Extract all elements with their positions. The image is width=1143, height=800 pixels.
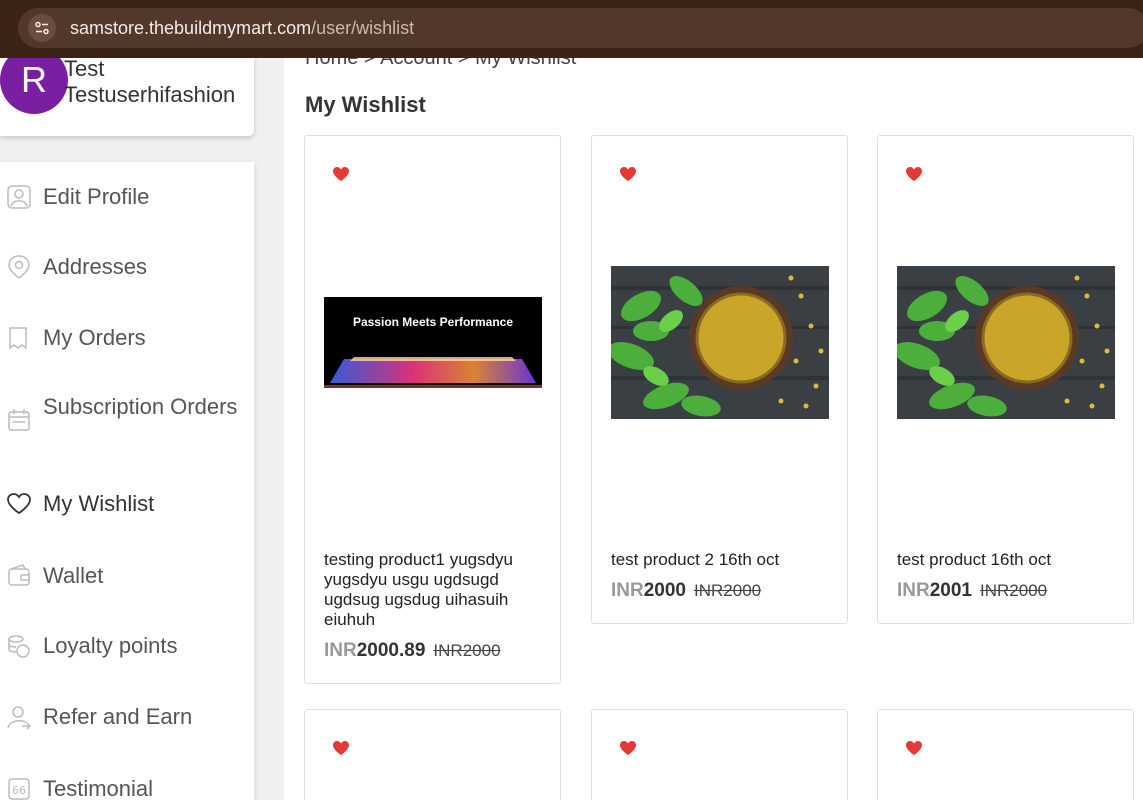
calendar-icon: [8, 409, 30, 431]
product-name[interactable]: testing product1 yugsdyu yugsdyu usgu ug…: [324, 550, 548, 630]
address-bar[interactable]: samstore.thebuildmymart.com/user/wishlis…: [18, 8, 1143, 48]
profile-card: R Test Testuserhifashion: [0, 58, 254, 136]
heart-icon[interactable]: [619, 740, 637, 756]
product-name[interactable]: test product 2 16th oct: [611, 550, 835, 570]
menu-item-label: Wallet: [43, 563, 104, 588]
old-price: INR2000: [433, 641, 501, 660]
heart-icon[interactable]: [332, 166, 350, 182]
wishlist-card[interactable]: [877, 709, 1134, 800]
menu-item-my-wishlist[interactable]: My Wishlist: [0, 491, 254, 517]
wishlist-card[interactable]: test product 16th oct INR2001 INR2000: [877, 135, 1134, 624]
wallet-icon: [8, 564, 30, 586]
menu-item-subscription-orders[interactable]: Subscription Orders: [0, 394, 254, 446]
account-menu: Edit Profile Addresses My Orders Subscri…: [0, 162, 254, 800]
breadcrumb: Home > Account > My Wishlist: [305, 58, 576, 70]
browser-toolbar: samstore.thebuildmymart.com/user/wishlis…: [0, 0, 1143, 58]
product-name[interactable]: test product 16th oct: [897, 550, 1121, 570]
wishlist-card[interactable]: test product 2 16th oct INR2000 INR2000: [591, 135, 848, 624]
product-price: INR2001 INR2000: [897, 580, 1048, 601]
heart-icon[interactable]: [332, 740, 350, 756]
menu-item-my-orders[interactable]: My Orders: [0, 325, 254, 351]
menu-item-label: Addresses: [43, 254, 147, 279]
menu-item-edit-profile[interactable]: Edit Profile: [0, 184, 254, 210]
menu-item-label: My Orders: [43, 325, 146, 350]
refer-icon: [7, 706, 32, 730]
page-title: My Wishlist: [305, 92, 426, 117]
menu-item-addresses[interactable]: Addresses: [0, 254, 254, 280]
menu-item-label: Testimonial: [43, 776, 154, 800]
user-icon: [7, 185, 31, 209]
main-content: Home > Account > My Wishlist My Wishlist: [284, 58, 1143, 800]
wishlist-card[interactable]: Passion Meets Performance testing produc…: [304, 135, 561, 684]
breadcrumb-home[interactable]: Home: [305, 58, 358, 69]
location-pin-icon: [8, 255, 30, 279]
heart-icon: [7, 493, 31, 515]
wishlist-card[interactable]: [591, 709, 848, 800]
svg-text:66: 66: [12, 784, 26, 797]
coins-icon: [8, 635, 30, 658]
old-price: INR2000: [980, 581, 1048, 600]
menu-item-label: Loyalty points: [43, 633, 178, 658]
banner-text: Passion Meets Performance: [352, 315, 514, 329]
old-price: INR2000: [694, 581, 762, 600]
profile-name: Test Testuserhifashion: [64, 58, 236, 107]
product-image[interactable]: Passion Meets Performance: [324, 297, 542, 388]
breadcrumb-account[interactable]: Account: [380, 58, 452, 69]
menu-item-label: Subscription Orders: [43, 394, 238, 419]
menu-item-wallet[interactable]: Wallet: [0, 563, 254, 589]
product-image[interactable]: [608, 266, 829, 419]
product-price: INR2000 INR2000: [611, 580, 762, 601]
url-text[interactable]: samstore.thebuildmymart.com/user/wishlis…: [70, 18, 414, 39]
quote-icon: 66: [8, 778, 30, 800]
avatar: R: [0, 58, 68, 114]
site-settings-icon[interactable]: [28, 14, 56, 42]
heart-icon[interactable]: [905, 166, 923, 182]
menu-item-label: Refer and Earn: [43, 704, 193, 729]
menu-item-label: My Wishlist: [43, 491, 155, 516]
product-price: INR2000.89 INR2000: [324, 640, 501, 661]
breadcrumb-current: My Wishlist: [475, 58, 577, 69]
heart-icon[interactable]: [619, 166, 637, 182]
product-image[interactable]: [894, 266, 1115, 419]
menu-item-loyalty-points[interactable]: Loyalty points: [0, 633, 254, 659]
receipt-icon: [9, 327, 27, 350]
menu-item-refer-and-earn[interactable]: Refer and Earn: [0, 704, 254, 730]
menu-item-label: Edit Profile: [43, 184, 150, 209]
heart-icon[interactable]: [905, 740, 923, 756]
wishlist-card[interactable]: [304, 709, 561, 800]
menu-item-testimonial[interactable]: 66 Testimonial: [0, 776, 254, 800]
